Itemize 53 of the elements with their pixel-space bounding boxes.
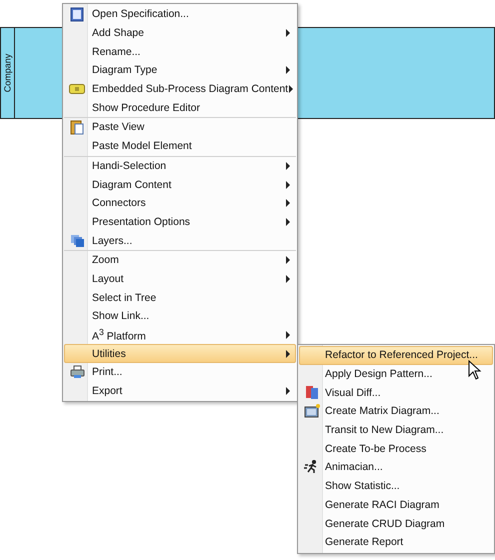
menu-item[interactable]: Export bbox=[64, 382, 296, 400]
menu-item[interactable]: Select in Tree bbox=[64, 288, 296, 307]
menu-item[interactable]: Animacian... bbox=[299, 458, 493, 477]
menu-item[interactable]: Diagram Type bbox=[64, 61, 296, 80]
menu-item[interactable]: Layers... bbox=[64, 231, 296, 250]
submenu-arrow-icon bbox=[288, 85, 294, 94]
menu-item[interactable]: Generate RACI Diagram bbox=[299, 496, 493, 514]
pool-label: Company bbox=[2, 54, 12, 92]
menu-item[interactable]: Generate Report bbox=[299, 532, 493, 552]
menu-item[interactable]: Visual Diff... bbox=[299, 383, 493, 402]
menu-item[interactable]: Paste Model Element bbox=[64, 136, 296, 156]
menu-item[interactable]: Utilities bbox=[64, 344, 296, 364]
submenu-arrow-icon bbox=[285, 331, 291, 340]
menu-item[interactable]: Paste View bbox=[64, 118, 296, 137]
submenu-arrow-icon bbox=[285, 256, 291, 264]
menu-item[interactable]: Create Matrix Diagram... bbox=[299, 402, 493, 421]
menu-item[interactable]: Embedded Sub-Process Diagram Content bbox=[64, 80, 296, 98]
submenu-arrow-icon bbox=[285, 162, 291, 170]
menu-item[interactable]: Connectors bbox=[64, 194, 296, 213]
menu-item[interactable]: Presentation Options bbox=[64, 212, 296, 232]
submenu-arrow-icon bbox=[285, 350, 291, 358]
menu-item[interactable]: Diagram Content bbox=[64, 175, 296, 194]
submenu-arrow-icon bbox=[285, 218, 291, 226]
menu-item[interactable]: Transit to New Diagram... bbox=[299, 420, 493, 440]
menu-item[interactable]: Show Procedure Editor bbox=[64, 98, 296, 118]
printer-icon bbox=[70, 365, 84, 380]
document-icon bbox=[70, 6, 84, 22]
clipboard-icon bbox=[70, 119, 84, 136]
submenu-arrow-icon bbox=[285, 29, 291, 38]
menu-item[interactable]: Show Statistic... bbox=[299, 476, 493, 496]
menu-item[interactable]: Apply Design Pattern... bbox=[299, 364, 493, 384]
menu-item[interactable]: Layout bbox=[64, 270, 296, 288]
menu-item[interactable]: Open Specification... bbox=[64, 5, 296, 24]
menu-item[interactable]: Show Link... bbox=[64, 307, 296, 326]
menu-item[interactable]: Print... bbox=[64, 363, 296, 382]
mouse-cursor-icon bbox=[468, 360, 482, 380]
submenu-arrow-icon bbox=[285, 180, 291, 189]
submenu-arrow-icon bbox=[285, 274, 291, 283]
menu-item[interactable]: Rename... bbox=[64, 42, 296, 62]
shape-icon bbox=[69, 84, 85, 94]
submenu-arrow-icon bbox=[285, 66, 291, 74]
grid-icon bbox=[304, 404, 320, 418]
layers-icon bbox=[70, 234, 84, 248]
menu-item[interactable]: Create To-be Process bbox=[299, 439, 493, 458]
menu-item[interactable]: Add Shape bbox=[64, 24, 296, 42]
submenu-arrow-icon bbox=[285, 199, 291, 208]
submenu-arrow-icon bbox=[285, 387, 291, 396]
menu-item[interactable]: A$^{3}$ Platform bbox=[64, 326, 296, 344]
menu-item[interactable]: Refactor to Referenced Project... bbox=[299, 346, 493, 365]
compare-icon bbox=[305, 385, 319, 400]
menu-item[interactable]: Zoom bbox=[64, 250, 296, 270]
menu-item[interactable]: Generate CRUD Diagram bbox=[299, 514, 493, 533]
menu-item[interactable]: Handi-Selection bbox=[64, 156, 296, 176]
